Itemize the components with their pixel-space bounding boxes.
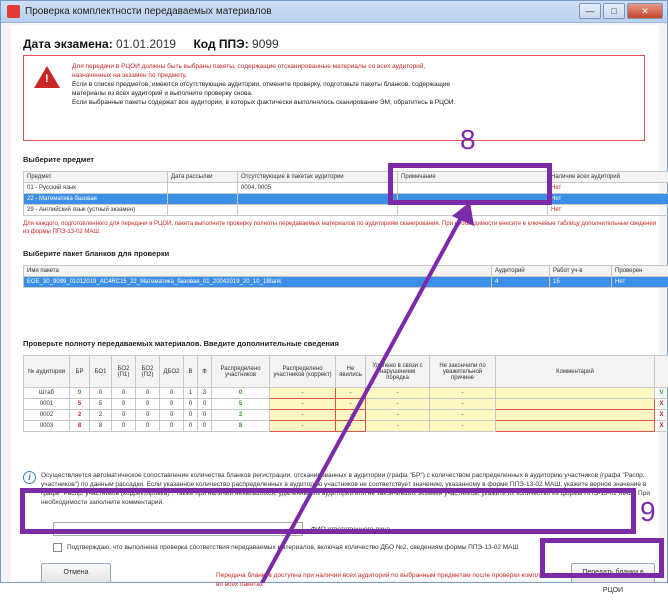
arrow-head <box>452 202 474 226</box>
arrow-line <box>262 216 462 583</box>
pointer-arrow <box>0 0 668 583</box>
